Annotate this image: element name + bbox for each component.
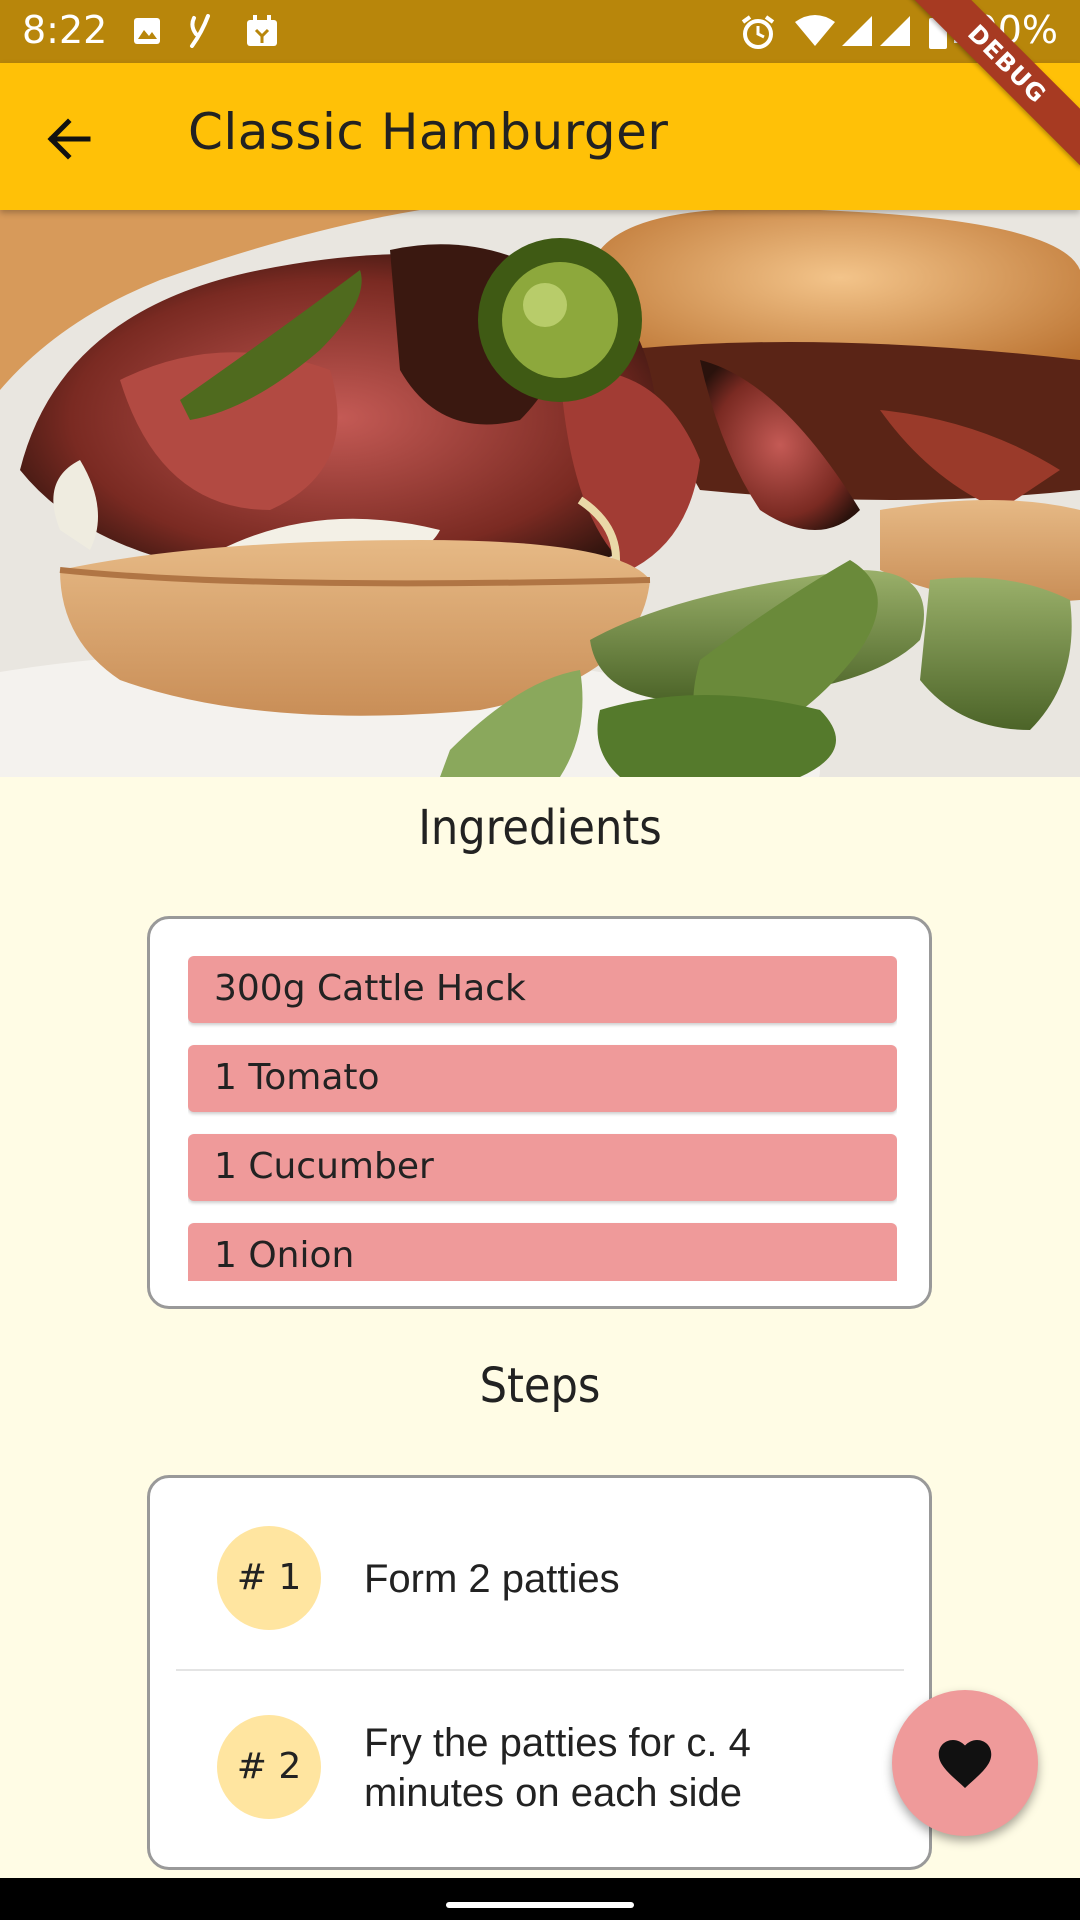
alarm-icon (741, 15, 775, 49)
ingredient-item: 1 Tomato (188, 1045, 897, 1112)
step-divider (176, 1669, 904, 1671)
ingredient-label: 1 Tomato (214, 1057, 380, 1098)
ingredients-card: 300g Cattle Hack 1 Tomato 1 Cucumber 1 O… (147, 916, 932, 1309)
ingredient-label: 1 Cucumber (214, 1146, 434, 1187)
back-arrow-icon[interactable] (40, 109, 100, 169)
signal-icon (842, 16, 872, 46)
step-number-badge: # 2 (217, 1715, 321, 1819)
calendar-notification-icon (247, 15, 277, 46)
wifi-icon (795, 15, 835, 46)
favorite-button[interactable] (892, 1690, 1038, 1836)
step-item: # 2 Fry the patties for c. 4 minutes on … (150, 1715, 929, 1865)
ingredient-label: 300g Cattle Hack (214, 968, 526, 1009)
step-item: # 1 Form 2 patties (150, 1526, 929, 1716)
app-notification-icon (190, 14, 210, 48)
ingredient-item: 300g Cattle Hack (188, 956, 897, 1023)
signal-icon-2 (880, 16, 910, 46)
heart-icon (938, 1740, 992, 1788)
step-text: Fry the patties for c. 4 minutes on each… (364, 1721, 751, 1815)
steps-title: Steps (479, 1358, 601, 1414)
page-title: Classic Hamburger (188, 103, 669, 161)
home-gesture-handle[interactable] (446, 1902, 634, 1908)
hamburger-photo (0, 210, 1080, 777)
status-time: 8:22 (22, 8, 108, 52)
ingredient-item: 1 Cucumber (188, 1134, 897, 1201)
step-number-badge: # 1 (217, 1526, 321, 1630)
image-notification-icon (134, 18, 160, 44)
app-bar: Classic Hamburger (0, 63, 1080, 210)
ingredient-item: 1 Onion (188, 1223, 897, 1281)
steps-card: # 1 Form 2 patties # 2 Fry the patties f… (147, 1475, 932, 1870)
ingredient-label: 1 Onion (214, 1235, 355, 1276)
ingredients-list[interactable]: 300g Cattle Hack 1 Tomato 1 Cucumber 1 O… (188, 956, 897, 1281)
status-bar: 8:22 100% (0, 0, 1080, 63)
system-navigation-bar (0, 1878, 1080, 1920)
ingredients-title: Ingredients (418, 800, 662, 856)
step-text: Form 2 patties (364, 1557, 620, 1601)
recipe-image (0, 210, 1080, 777)
